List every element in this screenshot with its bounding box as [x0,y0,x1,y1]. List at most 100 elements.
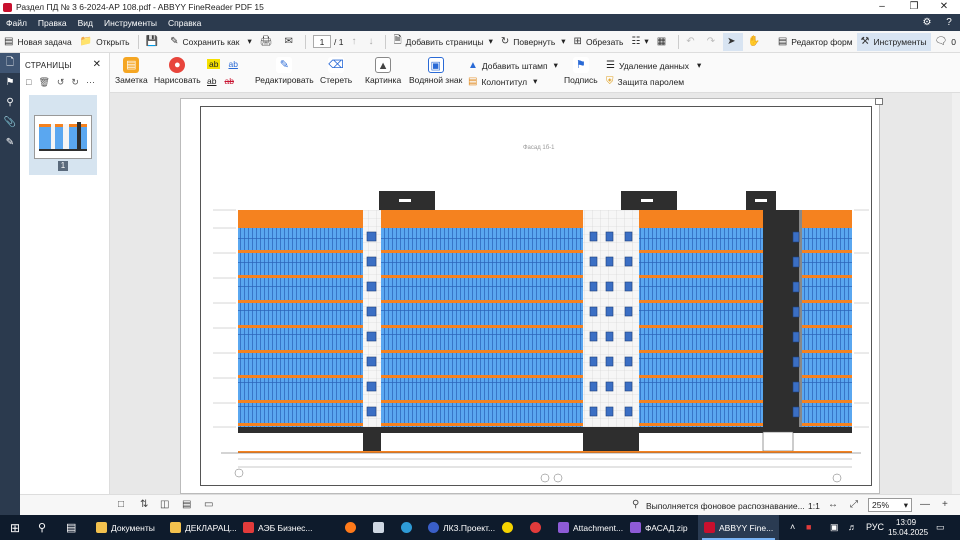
fit-page-icon[interactable]: ⤢ [850,499,858,510]
taskbar-app-documents[interactable]: Документы [96,515,155,540]
close-icon[interactable]: ✕ [930,0,958,14]
highlight-text-button[interactable]: ab [207,59,221,69]
prev-page-button[interactable]: ↑ [347,33,364,51]
signature-panel-icon[interactable]: ✎ [0,133,20,153]
password-protect-button[interactable]: ⛨ Защита паролем [606,76,684,87]
zoom-in-icon[interactable]: + [942,499,948,510]
add-pages-button[interactable]: 🗎 Добавить страницы ▾ [390,33,497,51]
vertical-scrollbar[interactable] [952,93,960,494]
zoom-select[interactable]: 25% ▾ [868,498,912,512]
erase-button[interactable]: ⌫ Стереть [320,57,352,85]
close-panel-icon[interactable]: ✕ [93,59,101,70]
attachment-icon[interactable]: 📎 [0,113,20,133]
tools-button[interactable]: ⚒ Инструменты [856,32,931,51]
search-taskbar-icon[interactable]: ⚲ [38,515,46,540]
taskbar-app-project[interactable]: ЛКЗ.Проект... [428,515,495,540]
draw-button[interactable]: ● Нарисовать [154,57,201,85]
speaker-icon[interactable]: ♬ [848,515,857,540]
document-viewer[interactable]: Фасад 1б-1 [110,93,960,494]
minimize-icon[interactable]: – [868,0,896,14]
form-editor-button[interactable]: ▤ Редактор форм [774,33,857,51]
chevron-down-icon: ▾ [553,60,558,70]
taskbar-app-abbyy[interactable]: ABBYY Fine... [698,515,780,540]
comments-button[interactable]: 🗨 0 [931,33,960,51]
menu-tools[interactable]: Инструменты [98,18,162,28]
single-page-view-icon[interactable]: □ [118,499,124,510]
fit-icon[interactable]: ⇅ [140,499,148,510]
page-number-input[interactable]: 1 [313,35,332,48]
signature-button[interactable]: ⚑ Подпись [564,57,598,85]
underline-text-button-2[interactable]: ab [207,76,216,86]
notification-icon[interactable]: ▭ [936,515,945,540]
taskbar-app-red[interactable] [530,515,545,540]
bookmark-icon[interactable]: ⚑ [0,73,20,93]
task-view-icon[interactable]: ▤ [66,515,76,540]
edit-button[interactable]: ✎ Редактировать [255,57,314,85]
menu-edit[interactable]: Правка [32,18,72,28]
taskbar-app-mail[interactable] [373,515,388,540]
add-stamp-button[interactable]: ▲ Добавить штамп ▾ [468,60,558,71]
presentation-icon[interactable]: ▭ [204,499,213,510]
language-indicator[interactable]: РУС [866,515,884,540]
remove-data-button[interactable]: ☰ Удаление данных ▾ [606,60,701,71]
rotate-button[interactable]: ↻ Повернуть ▾ [497,33,570,51]
save-as-button[interactable]: ✎ Сохранить как ▾ [166,33,256,51]
compare-button[interactable]: ▦ [653,33,674,51]
archive-icon [558,522,569,533]
tray-app-icon[interactable]: ■ [806,515,811,540]
two-page-view-icon[interactable]: ◫ [160,499,169,510]
watermark-button[interactable]: ▣ Водяной знак [409,57,462,85]
network-icon[interactable]: ▣ [830,515,839,540]
chevron-down-icon: ▾ [247,36,252,46]
search-icon[interactable]: ⚲ [0,93,20,113]
print-button[interactable]: 🖨 [256,33,281,51]
open-button[interactable]: 📁 Открыть [76,33,134,51]
note-button[interactable]: ▤ Заметка [115,57,148,85]
chevron-down-icon: ▾ [561,36,566,46]
pages-panel-icon[interactable]: 🗋 [0,53,20,73]
taskbar-app-attachment[interactable]: Attachment... [558,515,623,540]
gear-icon[interactable]: ⚙ [918,14,936,31]
page-thumbnail[interactable]: 1 [29,95,97,175]
rotate-right-icon[interactable]: ↻ [71,77,79,88]
hand-tool-button[interactable]: ✋ [743,33,767,51]
strikethrough-text-button[interactable]: ab [224,76,233,86]
undo-button[interactable]: ↶ [682,33,702,51]
restore-icon[interactable]: ❐ [900,0,928,14]
ocr-button[interactable]: ☷ ▾ [627,33,652,51]
help-icon[interactable]: ? [940,14,958,31]
new-task-button[interactable]: ▤ Новая задача [0,33,76,51]
menu-view[interactable]: Вид [72,18,98,28]
save-icon-button[interactable]: 💾 [142,33,166,51]
menu-file[interactable]: Файл [0,18,32,28]
taskbar-app-aeb[interactable]: АЭБ Бизнес... [243,515,313,540]
taskbar-app-yellow[interactable] [502,515,517,540]
menu-help[interactable]: Справка [162,18,206,28]
crop-icon: ⊞ [573,36,582,47]
crop-button[interactable]: ⊞ Обрезать [570,33,628,51]
header-footer-button[interactable]: ▤ Колонтитул ▾ [468,76,537,87]
windows-taskbar: ⊞ ⚲ ▤ Документы ДЕКЛАРАЦ... АЭБ Бизнес..… [0,515,960,540]
windows-start-icon[interactable]: ⊞ [10,515,20,540]
redo-button[interactable]: ↷ [703,33,723,51]
zoom-out-icon[interactable]: — [920,499,930,510]
taskbar-app-facade-zip[interactable]: ФАСАД.zip [630,515,688,540]
clock-time: 13:09 [896,518,917,527]
email-button[interactable]: ✉ [280,33,300,51]
chevron-up-icon[interactable]: ˄ [790,515,795,540]
taskbar-app-declaration[interactable]: ДЕКЛАРАЦ... [170,515,237,540]
select-tool-button[interactable]: ➤ [723,32,744,51]
fit-width-icon[interactable]: ↔ [828,499,838,510]
more-icon[interactable]: ⋯ [86,77,95,88]
actual-size-button[interactable]: 1:1 [808,501,820,511]
delete-icon[interactable]: 🗑 [38,77,49,88]
rotate-left-icon[interactable]: ↺ [57,77,65,88]
new-page-icon[interactable]: □ [26,77,31,88]
taskbar-app-edge[interactable] [401,515,416,540]
underline-text-button[interactable]: ab [228,59,237,69]
next-page-button[interactable]: ↓ [364,33,381,51]
taskbar-app-firefox[interactable] [345,515,360,540]
image-button[interactable]: ▲ Картинка [365,57,401,85]
scroll-view-icon[interactable]: ▤ [182,499,191,510]
pdf-page: Фасад 1б-1 [180,98,883,494]
